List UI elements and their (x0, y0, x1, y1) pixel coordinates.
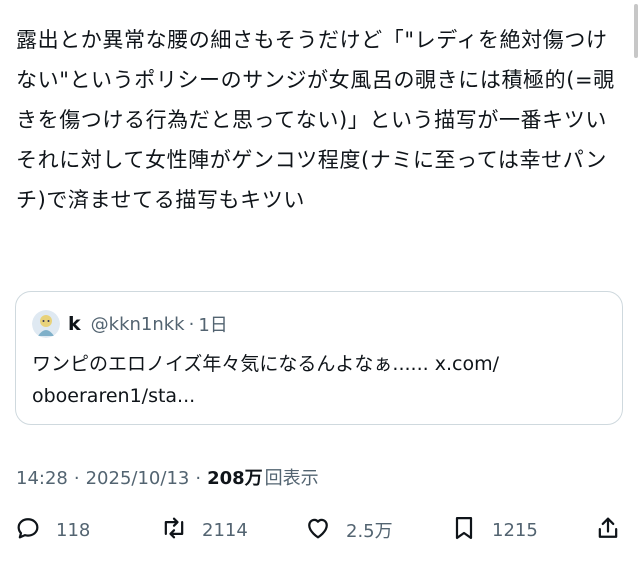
tweet-meta: 14:28 · 2025/10/13 · 208万 回表示 (16, 464, 319, 490)
view-count: 208万 (207, 468, 263, 489)
quoted-tweet-card[interactable]: k @kkn1nkk · 1日 ワンピのエロノイズ年々気になるんよなぁ.....… (15, 291, 623, 425)
bookmark-button[interactable]: 1215 (450, 510, 538, 550)
quoted-tweet-header: k @kkn1nkk · 1日 (32, 310, 228, 338)
bookmark-icon (450, 514, 478, 547)
meta-separator: · (195, 468, 202, 489)
speech-bubble-icon (14, 514, 42, 547)
meta-separator: · (73, 468, 80, 489)
share-button[interactable] (594, 510, 622, 550)
like-count: 2.5万 (346, 521, 393, 542)
like-button[interactable]: 2.5万 (304, 510, 393, 550)
tweet-text: 露出とか異常な腰の細さもそうだけど「"レディを絶対傷つけない"というポリシーのサ… (16, 28, 615, 212)
reply-button[interactable]: 118 (14, 510, 90, 550)
quoted-author-name[interactable]: k (68, 313, 81, 335)
reply-count: 118 (56, 519, 91, 541)
quoted-timestamp[interactable]: 1日 (198, 311, 227, 337)
quoted-tweet-text: ワンピのエロノイズ年々気になるんよなぁ...... x.com/ oboerar… (32, 353, 499, 407)
bookmark-count: 1215 (492, 519, 538, 541)
action-bar: 118 2114 2.5万 1215 (14, 510, 626, 550)
repost-button[interactable]: 2114 (160, 510, 248, 550)
post-date[interactable]: 2025/10/13 (86, 468, 190, 489)
repost-count: 2114 (202, 519, 248, 541)
scrollbar-thumb[interactable] (634, 4, 638, 58)
quoted-author-handle[interactable]: @kkn1nkk (91, 314, 185, 335)
share-upload-icon (594, 514, 622, 547)
post-time[interactable]: 14:28 (16, 468, 68, 489)
quoted-separator: · (188, 313, 195, 335)
repost-arrows-icon (160, 514, 188, 547)
view-label: 回表示 (264, 468, 319, 489)
avatar[interactable] (32, 310, 60, 338)
heart-icon (304, 514, 332, 547)
